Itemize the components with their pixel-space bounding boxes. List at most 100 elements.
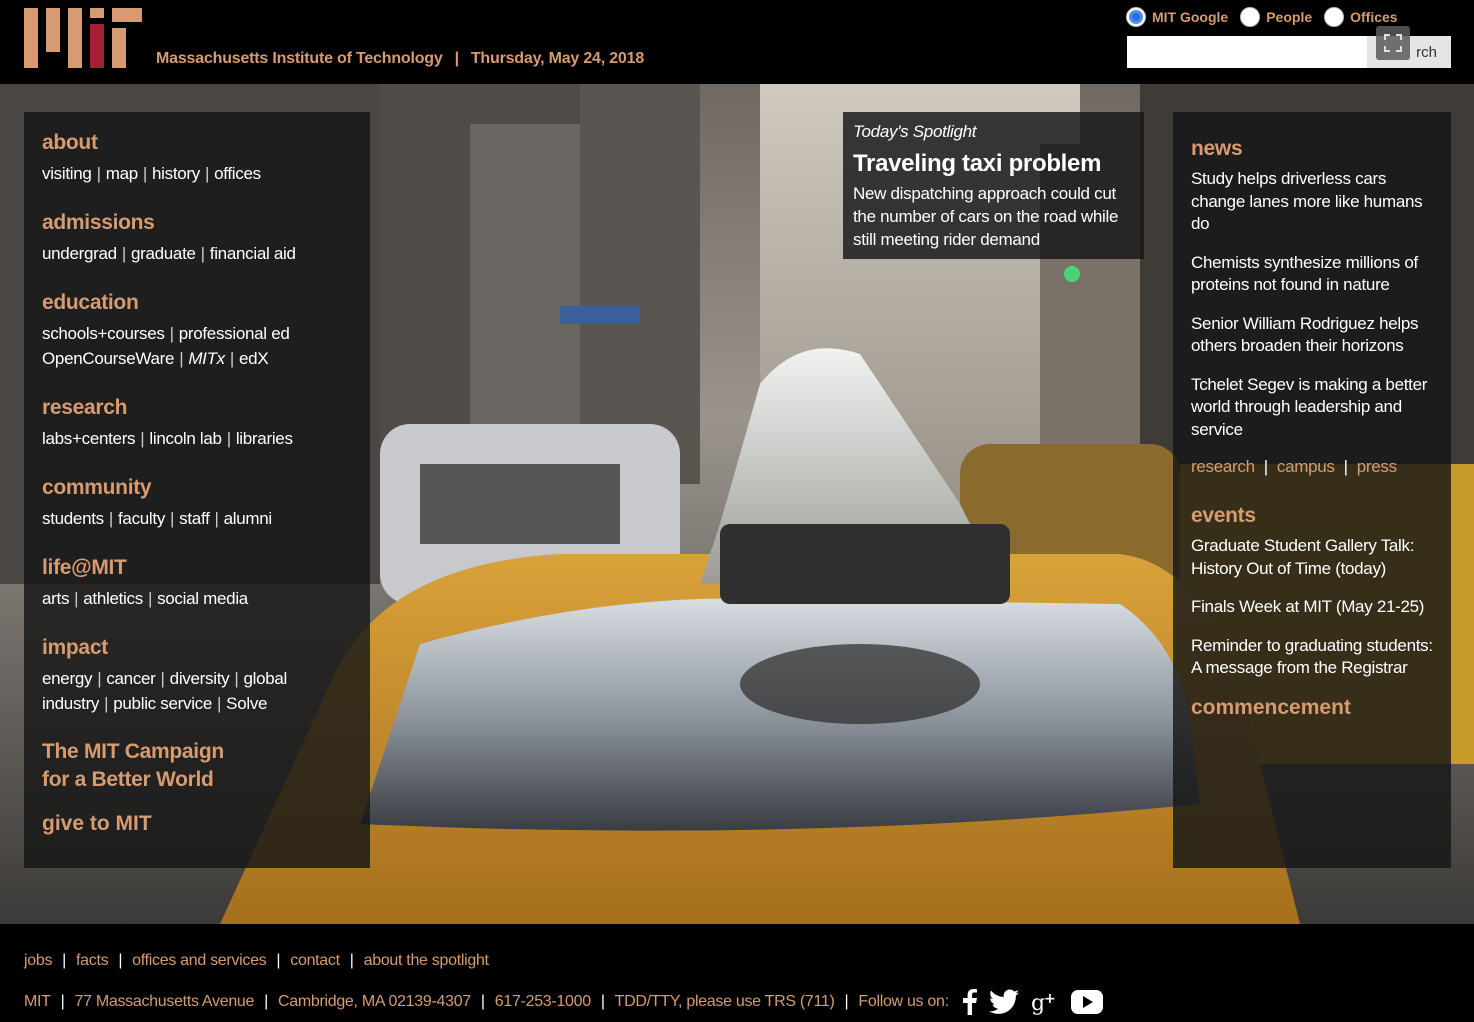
nav-link[interactable]: professional ed [179,324,290,343]
header-tagline: Massachusetts Institute of Technology | Th… [156,50,645,67]
institute-name: Massachusetts Institute of Technology [156,50,443,67]
nav-heading-community[interactable]: community [42,475,352,501]
news-item[interactable]: Tchelet Segev is making a better world t… [1191,374,1433,442]
facebook-icon[interactable] [962,989,977,1015]
option-label: MIT Google [1152,9,1229,25]
google-plus-icon[interactable]: g + [1031,989,1059,1015]
main-navigation-panel: about visiting | map | history | offices admis… [24,112,370,868]
search-option-offices[interactable]: Offices [1324,7,1398,27]
mit-logo[interactable] [24,8,142,68]
nav-heading-education[interactable]: education [42,290,352,316]
svg-text:+: + [1044,991,1055,1007]
nav-link[interactable]: arts [42,589,69,608]
footer-follow: Follow us on: [858,993,949,1010]
search-scope-options: MIT Google People Offices [1126,7,1398,27]
nav-heading-about[interactable]: about [42,130,352,156]
nav-heading-impact[interactable]: impact [42,635,352,661]
radio-people[interactable] [1240,7,1261,27]
search-option-people[interactable]: People [1240,7,1312,27]
footer-link-jobs[interactable]: jobs [24,952,52,969]
give-to-mit-link[interactable]: give to MIT [42,812,352,836]
spotlight-panel[interactable]: Today's Spotlight Traveling taxi problem… [843,112,1144,259]
twitter-icon[interactable] [988,989,1019,1015]
events-heading[interactable]: events [1191,503,1433,529]
nav-link[interactable]: Solve [226,694,267,713]
nav-link[interactable]: industry [42,694,99,713]
nav-heading-life[interactable]: life@MIT [42,555,352,581]
nav-link[interactable]: libraries [236,429,293,448]
event-item[interactable]: Graduate Student Gallery Talk: History O… [1191,535,1433,580]
nav-link[interactable]: graduate [131,244,196,263]
nav-link[interactable]: undergrad [42,244,117,263]
nav-link[interactable]: offices [214,164,261,183]
footer-link-contact[interactable]: contact [290,952,340,969]
nav-link[interactable]: map [106,164,138,183]
nav-section-about: about visiting | map | history | offices [42,130,352,186]
youtube-icon[interactable] [1070,990,1103,1014]
nav-link[interactable]: labs+centers [42,429,136,448]
nav-link[interactable]: faculty [118,509,165,528]
nav-link[interactable]: social media [157,589,248,608]
svg-text:g: g [1031,991,1045,1015]
news-link-campus[interactable]: campus [1277,457,1335,476]
nav-section-community: community students | faculty | staff | alumni [42,475,352,531]
header-date: Thursday, May 24, 2018 [470,50,645,67]
nav-link[interactable]: alumni [224,509,273,528]
expand-icon[interactable] [1376,26,1410,60]
news-link-research[interactable]: research [1191,457,1255,476]
nav-section-admissions: admissions undergrad | graduate | financial … [42,210,352,266]
nav-link[interactable]: history [152,164,200,183]
nav-link[interactable]: MITx [188,349,225,368]
nav-link[interactable]: students [42,509,104,528]
nav-link[interactable]: financial aid [210,244,296,263]
nav-heading-research[interactable]: research [42,395,352,421]
nav-link[interactable]: global [243,669,287,688]
footer-links: jobs | facts | offices and services | contact |… [24,952,489,969]
footer-contact-info: MIT | 77 Massachusetts Avenue | Cambridge, M… [24,989,1103,1015]
nav-link[interactable]: staff [179,509,210,528]
nav-link[interactable]: athletics [83,589,143,608]
nav-link[interactable]: edX [239,349,269,368]
footer-address: 77 Massachusetts Avenue [74,993,255,1010]
nav-link[interactable]: energy [42,669,92,688]
news-item[interactable]: Chemists synthesize millions of proteins… [1191,252,1433,297]
campaign-line: for a Better World [42,768,214,791]
campaign-link[interactable]: The MIT Campaign for a Better World [42,738,352,794]
nav-link[interactable]: lincoln lab [149,429,222,448]
search-option-mit-google[interactable]: MIT Google [1126,7,1228,27]
nav-section-research: research labs+centers | lincoln lab | librar… [42,395,352,451]
footer-link-facts[interactable]: facts [76,952,109,969]
footer-phone: 617-253-1000 [494,993,591,1010]
nav-heading-admissions[interactable]: admissions [42,210,352,236]
spotlight-description: New dispatching approach could cut the n… [853,184,1119,249]
spotlight-label: Today's Spotlight [853,122,977,141]
news-heading[interactable]: news [1191,136,1433,162]
nav-link[interactable]: schools+courses [42,324,165,343]
event-item[interactable]: Finals Week at MIT (May 21-25) [1191,596,1433,619]
radio-offices[interactable] [1324,7,1345,27]
nav-link[interactable]: diversity [170,669,230,688]
site-footer: jobs | facts | offices and services | contact |… [0,924,1474,1022]
news-sub-links: research | campus | press [1191,457,1397,476]
event-item[interactable]: Reminder to graduating students: A messa… [1191,635,1433,680]
nav-link[interactable]: cancer [106,669,156,688]
social-links: g + [962,989,1103,1015]
option-label: Offices [1350,9,1398,25]
campaign-line: The MIT Campaign [42,740,224,763]
news-link-press[interactable]: press [1357,457,1397,476]
news-item[interactable]: Senior William Rodriguez helps others br… [1191,313,1433,358]
footer-mit: MIT [24,993,51,1010]
nav-link[interactable]: visiting [42,164,92,183]
nav-link[interactable]: OpenCourseWare [42,349,174,368]
footer-link-offices[interactable]: offices and services [132,952,267,969]
nav-section-education: education schools+courses | professional e… [42,290,352,371]
radio-mit-google[interactable] [1126,7,1146,27]
search-input[interactable] [1127,36,1367,68]
nav-section-life: life@MIT arts | athletics | social media [42,555,352,611]
footer-tdd: TDD/TTY, please use TRS (711) [614,993,835,1010]
footer-link-spotlight[interactable]: about the spotlight [364,952,489,969]
nav-link[interactable]: public service [113,694,212,713]
spotlight-title[interactable]: Traveling taxi problem [853,150,1134,178]
news-item[interactable]: Study helps driverless cars change lanes… [1191,168,1433,236]
commencement-link[interactable]: commencement [1191,696,1433,720]
